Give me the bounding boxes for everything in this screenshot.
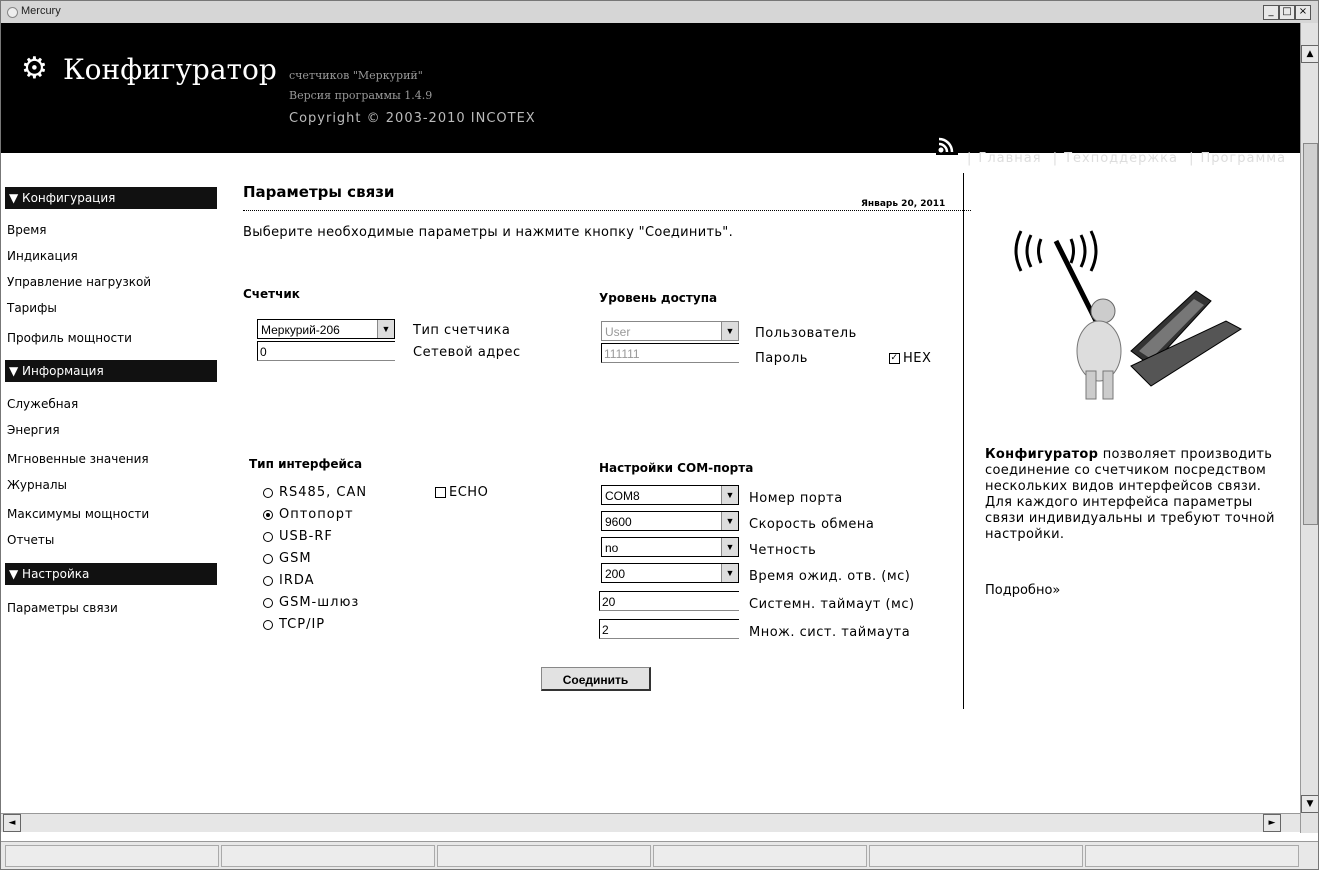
sidebar-item-comm-params[interactable]: Параметры связи xyxy=(7,601,118,615)
baud-rate-label: Скорость обмена xyxy=(749,517,875,532)
status-cell xyxy=(437,845,651,867)
copyright: Copyright © 2003-2010 INCOTEX xyxy=(289,111,536,126)
app-version: Версия программы 1.4.9 xyxy=(289,89,433,102)
maximize-icon[interactable]: □ xyxy=(1279,5,1295,20)
interface-type-label: Тип интерфейса xyxy=(249,457,363,471)
more-link[interactable]: Подробно» xyxy=(985,583,1060,598)
scroll-thumb[interactable] xyxy=(1303,143,1318,525)
chevron-down-icon[interactable]: ▼ xyxy=(721,486,738,504)
gear-icon: ⚙ xyxy=(21,51,48,86)
access-level-select[interactable]: User ▼ xyxy=(601,321,739,341)
minimize-icon[interactable]: _ xyxy=(1263,5,1279,20)
nav-program-link[interactable]: Программа xyxy=(1200,151,1286,166)
app-subtitle: счетчиков "Меркурий" xyxy=(289,69,423,82)
status-cell xyxy=(653,845,867,867)
timeout-multiplier-input[interactable]: 2 xyxy=(599,619,739,639)
sidebar-section-config[interactable]: ▼ Конфигурация xyxy=(5,187,217,209)
radio-gsm-gateway[interactable]: GSM-шлюз xyxy=(263,595,359,610)
chevron-down-icon[interactable]: ▼ xyxy=(721,538,738,556)
radio-gsm[interactable]: GSM xyxy=(263,551,312,566)
status-cell xyxy=(5,845,219,867)
column-divider xyxy=(963,173,964,709)
nav-support-link[interactable]: Техподдержка xyxy=(1064,151,1178,166)
sidebar-item-time[interactable]: Время xyxy=(7,223,47,237)
meter-type-label: Тип счетчика xyxy=(413,323,511,338)
checkbox-checked-icon[interactable]: ✓ xyxy=(889,353,900,364)
sidebar-item-indication[interactable]: Индикация xyxy=(7,249,78,263)
network-address-label: Сетевой адрес xyxy=(413,345,521,360)
page-date: Январь 20, 2011 xyxy=(861,199,946,209)
scroll-right-icon[interactable]: ► xyxy=(1263,814,1281,832)
status-bar xyxy=(1,841,1318,869)
header-nav: | Главная | Техподдержка | Программа xyxy=(967,151,1287,166)
response-wait-label: Время ожид. отв. (мс) xyxy=(749,569,911,584)
page-header: ⚙ Конфигуратор счетчиков "Меркурий" Верс… xyxy=(1,23,1300,153)
page-title: Параметры связи xyxy=(243,183,395,201)
title-divider xyxy=(243,210,971,211)
checkbox-unchecked-icon[interactable] xyxy=(435,487,446,498)
access-level-user-label: Пользователь xyxy=(755,326,857,341)
hex-checkbox[interactable]: ✓ HEX xyxy=(889,351,931,366)
close-icon[interactable]: × xyxy=(1295,5,1311,20)
parity-label: Четность xyxy=(749,543,817,558)
scroll-left-icon[interactable]: ◄ xyxy=(3,814,21,832)
status-cell xyxy=(869,845,1083,867)
chevron-down-icon[interactable]: ▼ xyxy=(721,322,738,340)
chevron-down-icon[interactable]: ▼ xyxy=(721,564,738,582)
sidebar-section-info[interactable]: ▼ Информация xyxy=(5,360,217,382)
vertical-scrollbar[interactable]: ▲ ▼ xyxy=(1300,23,1318,833)
scroll-up-icon[interactable]: ▲ xyxy=(1301,45,1318,63)
status-cell xyxy=(221,845,435,867)
app-title: Конфигуратор xyxy=(63,53,277,86)
info-text: Конфигуратор позволяет производить соеди… xyxy=(985,447,1275,542)
sidebar-item-load-control[interactable]: Управление нагрузкой xyxy=(7,275,151,289)
password-input[interactable]: 111111 xyxy=(601,343,739,363)
sidebar-item-instant-values[interactable]: Мгновенные значения xyxy=(7,452,149,466)
radio-optoport[interactable]: Оптопорт xyxy=(263,507,354,522)
network-address-input[interactable]: 0 xyxy=(257,341,395,361)
chevron-down-icon[interactable]: ▼ xyxy=(721,512,738,530)
window-title: Mercury xyxy=(21,5,61,17)
timeout-multiplier-label: Множ. сист. таймаута xyxy=(749,625,911,640)
com-settings-label: Настройки COM-порта xyxy=(599,461,754,475)
app-icon xyxy=(7,7,18,18)
sidebar-item-energy[interactable]: Энергия xyxy=(7,423,60,437)
scroll-down-icon[interactable]: ▼ xyxy=(1301,795,1318,813)
wireless-laptop-illustration xyxy=(1014,230,1242,400)
status-cell xyxy=(1085,845,1299,867)
sidebar-item-service[interactable]: Служебная xyxy=(7,397,78,411)
rss-icon[interactable] xyxy=(936,135,958,155)
sidebar-item-reports[interactable]: Отчеты xyxy=(7,533,54,547)
sidebar-item-tariffs[interactable]: Тарифы xyxy=(7,301,57,315)
radio-usb-rf[interactable]: USB-RF xyxy=(263,529,333,544)
baud-rate-select[interactable]: 9600 ▼ xyxy=(601,511,739,531)
meter-type-select[interactable]: Меркурий-206 ▼ xyxy=(257,319,395,339)
connect-button[interactable]: Соединить xyxy=(541,667,651,691)
radio-irda[interactable]: IRDA xyxy=(263,573,315,588)
parity-select[interactable]: no ▼ xyxy=(601,537,739,557)
meter-label: Счетчик xyxy=(243,287,300,301)
title-bar: Mercury _ □ × xyxy=(1,1,1318,23)
app-window: Mercury _ □ × ⚙ Конфигуратор счетчиков "… xyxy=(0,0,1319,870)
sidebar-item-power-max[interactable]: Максимумы мощности xyxy=(7,507,149,521)
nav-home-link[interactable]: Главная xyxy=(978,151,1041,166)
password-label: Пароль xyxy=(755,351,808,366)
system-timeout-input[interactable]: 20 xyxy=(599,591,739,611)
com-port-label: Номер порта xyxy=(749,491,843,506)
system-timeout-label: Системн. таймаут (мс) xyxy=(749,597,915,612)
echo-checkbox[interactable]: ECHO xyxy=(435,485,488,500)
sidebar-item-power-profile[interactable]: Профиль мощности xyxy=(7,331,132,345)
radio-tcpip[interactable]: TCP/IP xyxy=(263,617,325,632)
response-wait-select[interactable]: 200 ▼ xyxy=(601,563,739,583)
access-level-label: Уровень доступа xyxy=(599,291,718,305)
sidebar-item-journals[interactable]: Журналы xyxy=(7,478,67,492)
chevron-down-icon[interactable]: ▼ xyxy=(377,320,394,338)
page-description: Выберите необходимые параметры и нажмите… xyxy=(243,225,734,240)
radio-rs485[interactable]: RS485, CAN xyxy=(263,485,367,500)
sidebar-section-settings[interactable]: ▼ Настройка xyxy=(5,563,217,585)
horizontal-scrollbar[interactable]: ◄ ► xyxy=(1,813,1300,832)
com-port-select[interactable]: COM8 ▼ xyxy=(601,485,739,505)
